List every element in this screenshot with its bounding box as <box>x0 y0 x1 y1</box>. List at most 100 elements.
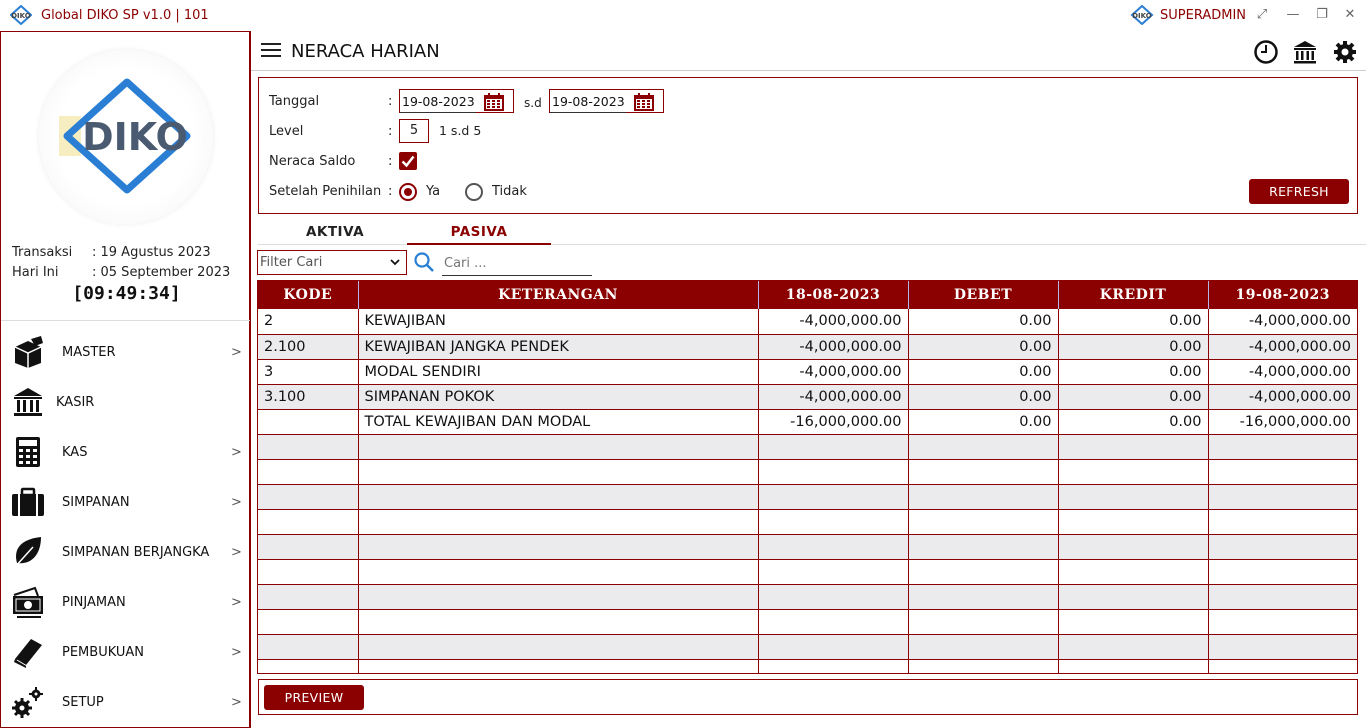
table-row[interactable] <box>258 459 1357 485</box>
radio-ya[interactable] <box>399 183 417 201</box>
minimize-button[interactable]: — <box>1284 6 1302 24</box>
sidebar-item-simpanan[interactable]: SIMPANAN > <box>1 477 250 527</box>
sidebar-item-master[interactable]: MASTER > <box>1 327 250 377</box>
table-cell <box>908 584 1059 610</box>
search-input[interactable] <box>442 252 592 276</box>
level-input[interactable]: 5 <box>399 119 429 143</box>
table-row[interactable] <box>258 534 1357 560</box>
table-cell <box>1208 659 1357 673</box>
column-header-date-end[interactable]: 19-08-2023 <box>1208 281 1357 309</box>
filter-panel: Tanggal : 19-08-2023 s.d 19-08-2023 Leve… <box>258 77 1358 214</box>
svg-text:DIKO: DIKO <box>1132 12 1152 20</box>
column-header-kredit[interactable]: KREDIT <box>1058 281 1209 309</box>
table-cell <box>908 659 1059 673</box>
colon: : <box>388 124 393 139</box>
table-cell: 2.100 <box>258 334 359 360</box>
table-row[interactable]: 2.100 KEWAJIBAN JANGKA PENDEK -4,000,000.0… <box>258 334 1357 360</box>
sidebar-item-pembukuan[interactable]: PEMBUKUAN > <box>1 627 250 677</box>
date-from-field[interactable]: 19-08-2023 <box>399 89 514 113</box>
column-header-debet[interactable]: DEBET <box>908 281 1059 309</box>
table-row[interactable] <box>258 509 1357 535</box>
chevron-right-icon: > <box>231 694 242 710</box>
table-cell <box>908 434 1059 460</box>
chevron-right-icon: > <box>231 544 242 560</box>
table-cell <box>1208 584 1357 610</box>
hari-ini-label: Hari Ini <box>12 265 59 280</box>
table-cell <box>258 409 359 435</box>
table-row[interactable] <box>258 584 1357 610</box>
table-cell: TOTAL KEWAJIBAN DAN MODAL <box>358 409 759 435</box>
title-bar: DIKO Global DIKO SP v1.0 | 101 DIKO SUPE… <box>0 0 1366 31</box>
calendar-icon[interactable] <box>483 92 505 112</box>
sidebar-item-pinjaman[interactable]: PINJAMAN > <box>1 577 250 627</box>
table-cell <box>358 434 759 460</box>
chevron-right-icon: > <box>231 594 242 610</box>
table-cell: -4,000,000.00 <box>758 384 909 410</box>
date-to-field[interactable]: 19-08-2023 <box>549 89 664 113</box>
colon: : <box>388 184 393 199</box>
table-row[interactable] <box>258 659 1357 673</box>
clock-icon[interactable] <box>1253 39 1279 65</box>
table-cell <box>1058 634 1209 660</box>
page-header: NERACA HARIAN <box>251 31 1366 71</box>
refresh-button[interactable]: REFRESH <box>1249 179 1349 204</box>
table-cell: 0.00 <box>1058 384 1209 410</box>
radio-tidak[interactable] <box>465 183 483 201</box>
table-cell <box>1208 634 1357 660</box>
table-row[interactable] <box>258 484 1357 510</box>
table-cell <box>258 659 359 673</box>
sidebar-item-simpanan-berjangka[interactable]: SIMPANAN BERJANGKA > <box>1 527 250 577</box>
table-row[interactable]: 2 KEWAJIBAN -4,000,000.00 0.00 0.00 -4,000,00… <box>258 309 1357 335</box>
column-header-kode[interactable]: KODE <box>258 281 359 309</box>
column-header-keterangan[interactable]: KETERANGAN <box>358 281 759 309</box>
table-row[interactable] <box>258 434 1357 460</box>
table-row[interactable] <box>258 559 1357 585</box>
radio-tidak-label: Tidak <box>492 184 527 199</box>
table-cell <box>358 559 759 585</box>
table-cell: -4,000,000.00 <box>1208 359 1357 385</box>
svg-text:DIKO: DIKO <box>11 12 31 20</box>
table-cell: KEWAJIBAN <box>358 309 759 335</box>
sidebar-item-kas[interactable]: KAS > <box>1 427 250 477</box>
table-row[interactable]: 3.100 SIMPANAN POKOK -4,000,000.00 0.00 0.00… <box>258 384 1357 410</box>
bank-icon[interactable] <box>1292 39 1318 65</box>
restore-button[interactable]: ❐ <box>1313 6 1331 24</box>
date-from-underline <box>400 112 476 113</box>
sidebar-item-label: KAS <box>62 444 88 460</box>
tab-aktiva[interactable]: AKTIVA <box>263 221 407 245</box>
close-button[interactable]: ✕ <box>1341 6 1359 24</box>
settings-gear-icon[interactable] <box>1332 39 1358 65</box>
sidebar-divider <box>1 320 250 321</box>
sidebar-item-label: PINJAMAN <box>62 594 126 610</box>
table-cell <box>1058 609 1209 635</box>
preview-button[interactable]: PREVIEW <box>264 685 364 710</box>
neraca-saldo-checkbox[interactable] <box>399 152 417 170</box>
table-cell <box>1058 484 1209 510</box>
table-row[interactable]: 3 MODAL SENDIRI -4,000,000.00 0.00 0.00 -4,00… <box>258 359 1357 385</box>
sidebar-item-kasir[interactable]: KASIR <box>1 377 250 427</box>
hamburger-menu-icon[interactable] <box>261 43 281 59</box>
calendar-icon[interactable] <box>633 92 655 112</box>
sidebar-item-setup[interactable]: SETUP > <box>1 677 250 727</box>
filter-cari-value: Filter Cari <box>260 255 323 270</box>
search-icon[interactable] <box>413 251 435 273</box>
bank-icon <box>14 388 42 416</box>
table-cell <box>908 559 1059 585</box>
table-row[interactable] <box>258 634 1357 660</box>
table-cell <box>258 459 359 485</box>
table-row[interactable]: TOTAL KEWAJIBAN DAN MODAL -16,000,000.00 0… <box>258 409 1357 435</box>
fullscreen-icon[interactable]: ⤢ <box>1253 6 1271 24</box>
column-header-date-start[interactable]: 18-08-2023 <box>758 281 909 309</box>
tab-pasiva[interactable]: PASIVA <box>407 221 551 245</box>
colon: : <box>388 154 393 169</box>
table-row[interactable] <box>258 609 1357 635</box>
current-user[interactable]: SUPERADMIN <box>1160 8 1246 23</box>
table-cell <box>258 584 359 610</box>
table-cell <box>358 509 759 535</box>
table-cell <box>758 584 909 610</box>
table-header-row: KODE KETERANGAN 18-08-2023 DEBET KREDIT … <box>258 281 1357 309</box>
filter-cari-select[interactable]: Filter Cari <box>257 250 407 275</box>
table-cell: 0.00 <box>1058 309 1209 335</box>
hari-ini-date: : 05 September 2023 <box>92 265 231 280</box>
table-cell <box>258 559 359 585</box>
